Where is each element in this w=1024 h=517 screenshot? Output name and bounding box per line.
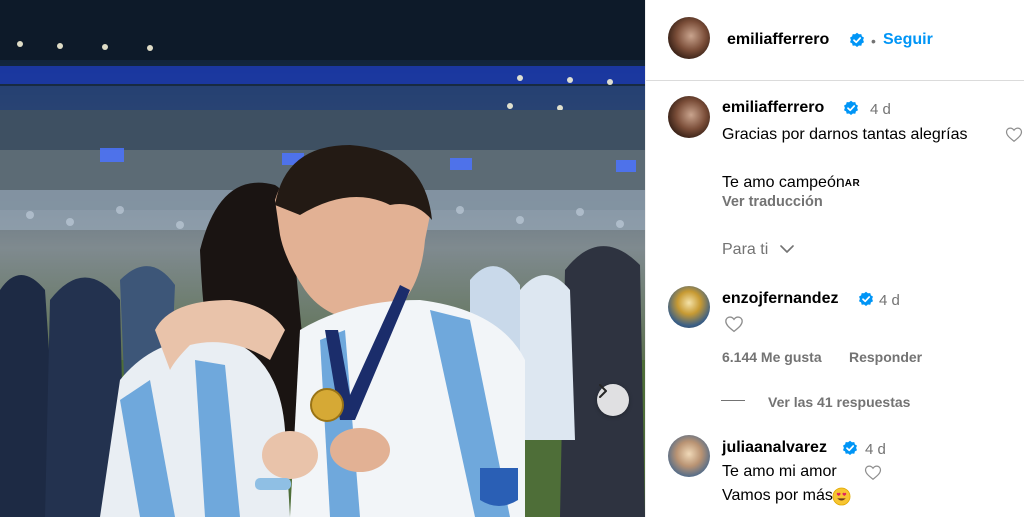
post-photo[interactable]	[0, 0, 645, 517]
reply-button[interactable]: Responder	[849, 349, 922, 365]
heart-outline-icon	[725, 316, 743, 333]
verified-badge-icon	[844, 100, 858, 115]
heart-outline-icon	[864, 465, 882, 481]
author-avatar[interactable]	[668, 17, 710, 59]
caption-avatar[interactable]	[668, 96, 710, 138]
author-username[interactable]: emiliafferrero	[727, 31, 829, 49]
caption-line-2-text: Te amo campeón	[722, 174, 845, 191]
flag-ar-emoji: AR	[844, 178, 861, 189]
comment-line-2: Vamos por más	[722, 487, 833, 504]
comment-line-1: Te amo mi amor	[722, 463, 837, 480]
commenter-avatar[interactable]	[668, 435, 710, 477]
comment-username[interactable]: enzojfernandez	[722, 290, 838, 308]
carousel-next-button[interactable]	[597, 384, 629, 416]
translate-link[interactable]: Ver traducción	[722, 194, 823, 210]
heart-eyes-emoji-icon	[832, 487, 851, 506]
heart-outline-icon	[1005, 127, 1023, 143]
replies-divider	[721, 400, 745, 401]
header-separator: •	[871, 33, 876, 49]
caption-line-2: Te amo campeónAR	[722, 174, 860, 192]
chevron-right-icon	[599, 384, 607, 398]
comment-time[interactable]: 4 d	[879, 292, 900, 309]
caption-time[interactable]: 4 d	[870, 101, 891, 118]
comment-time[interactable]: 4 d	[865, 441, 886, 458]
post-header: emiliafferrero • Seguir	[646, 0, 1024, 81]
for-you-label[interactable]: Para ti	[722, 241, 768, 259]
caption-line-1: Gracias por darnos tantas alegrías	[722, 126, 968, 143]
stadium-celebration-image	[0, 0, 645, 517]
comment-likes[interactable]: 6.144 Me gusta	[722, 349, 822, 365]
verified-badge-icon	[850, 32, 864, 47]
post-side-panel: emiliafferrero • Seguir emiliafferrero 4…	[645, 0, 1024, 517]
commenter-avatar[interactable]	[668, 286, 710, 328]
caption-username[interactable]: emiliafferrero	[722, 99, 824, 117]
comment-username[interactable]: juliaanalvarez	[722, 439, 827, 457]
verified-badge-icon	[843, 440, 857, 455]
chevron-down-icon[interactable]	[780, 244, 794, 254]
follow-button[interactable]: Seguir	[883, 31, 933, 49]
view-replies-button[interactable]: Ver las 41 respuestas	[768, 394, 910, 410]
verified-badge-icon	[859, 291, 873, 306]
